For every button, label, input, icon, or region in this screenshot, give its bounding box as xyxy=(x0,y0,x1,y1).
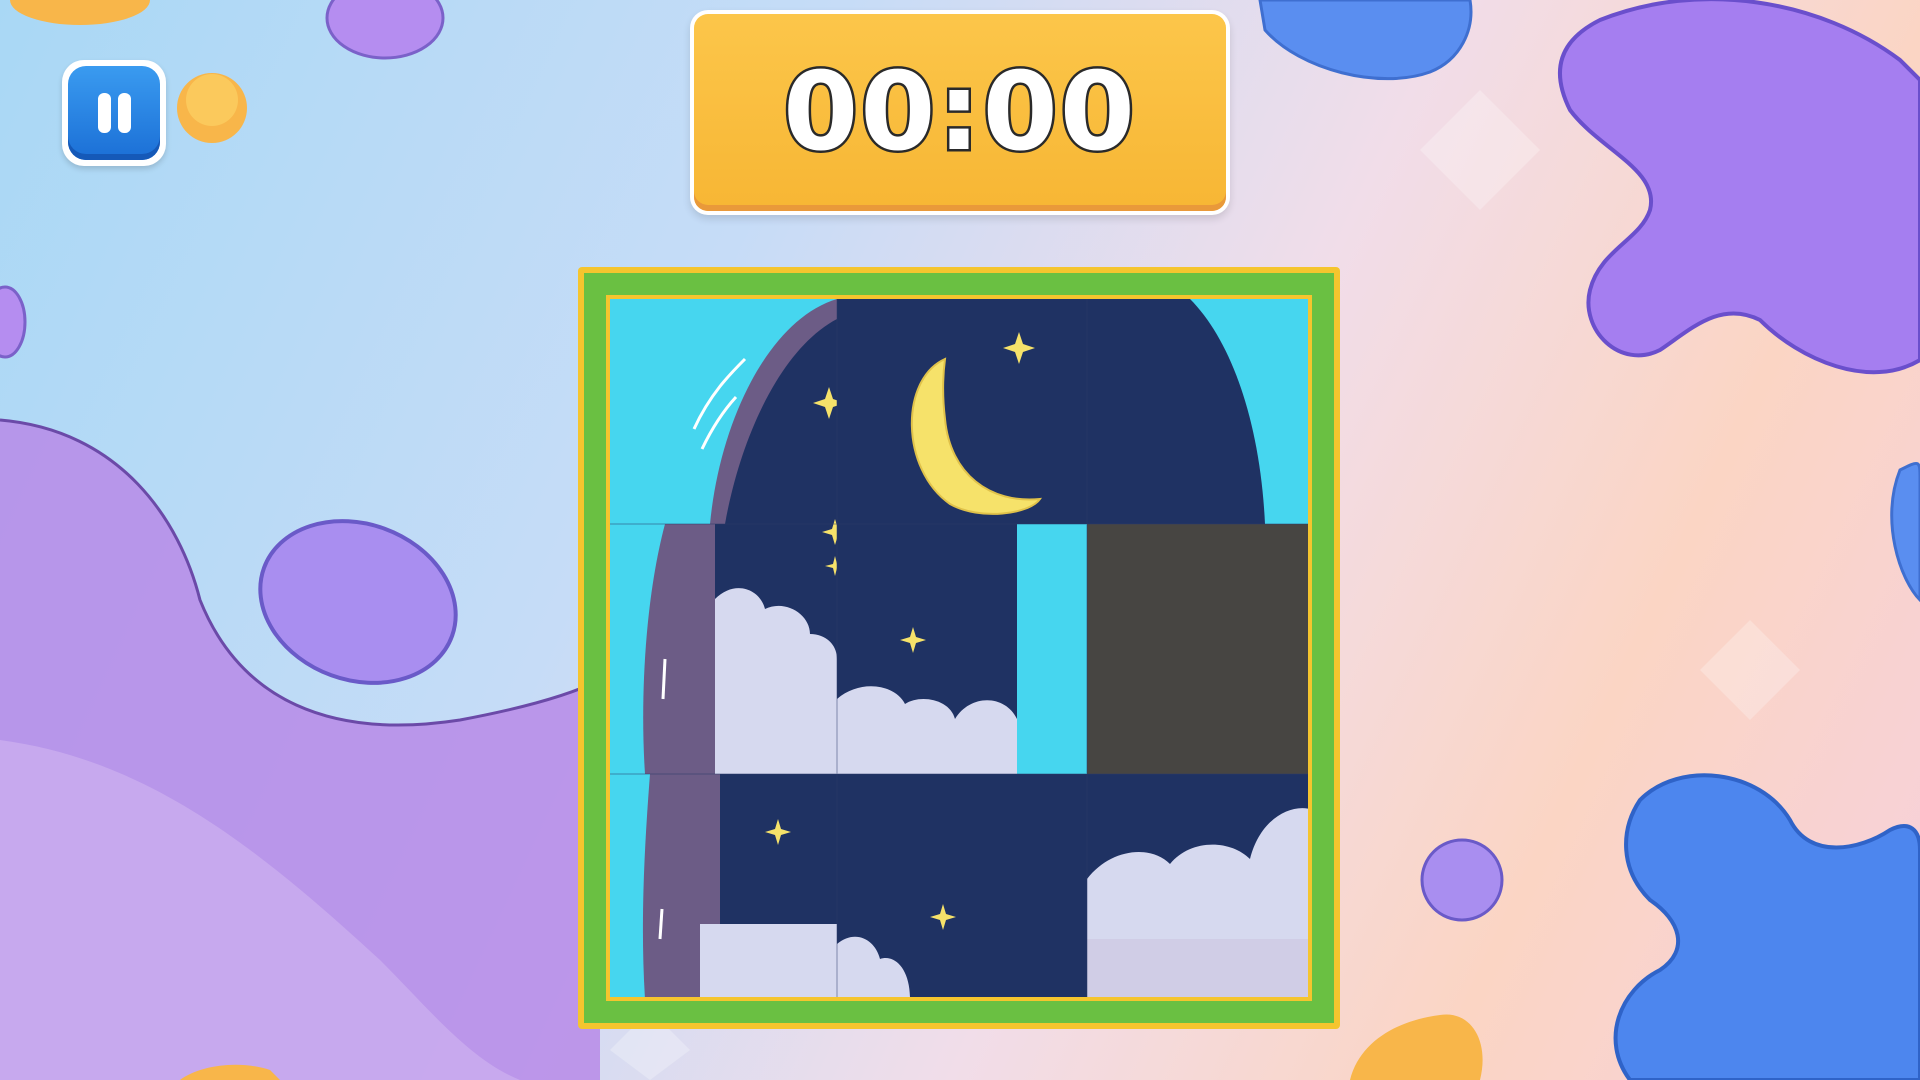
tile-1-0[interactable] xyxy=(610,519,848,774)
pause-icon xyxy=(68,66,160,160)
tile-1-1[interactable] xyxy=(837,524,1087,774)
tile-2-1[interactable] xyxy=(837,774,1087,997)
tile-2-0[interactable] xyxy=(610,774,837,997)
tile-0-1[interactable] xyxy=(837,299,1087,524)
puzzle-board xyxy=(578,267,1340,1029)
tile-2-2[interactable] xyxy=(1087,774,1308,997)
puzzle-area xyxy=(610,299,1308,997)
timer-panel: 00:00 xyxy=(690,10,1230,215)
pause-button[interactable] xyxy=(62,60,166,166)
pause-bar-right xyxy=(118,93,131,133)
tile-0-0[interactable] xyxy=(610,299,845,524)
timer-text: 00:00 xyxy=(781,48,1138,178)
puzzle-image xyxy=(610,299,1308,997)
pause-bar-left xyxy=(98,93,111,133)
tile-0-2[interactable] xyxy=(1087,299,1308,524)
empty-tile xyxy=(1087,524,1308,774)
